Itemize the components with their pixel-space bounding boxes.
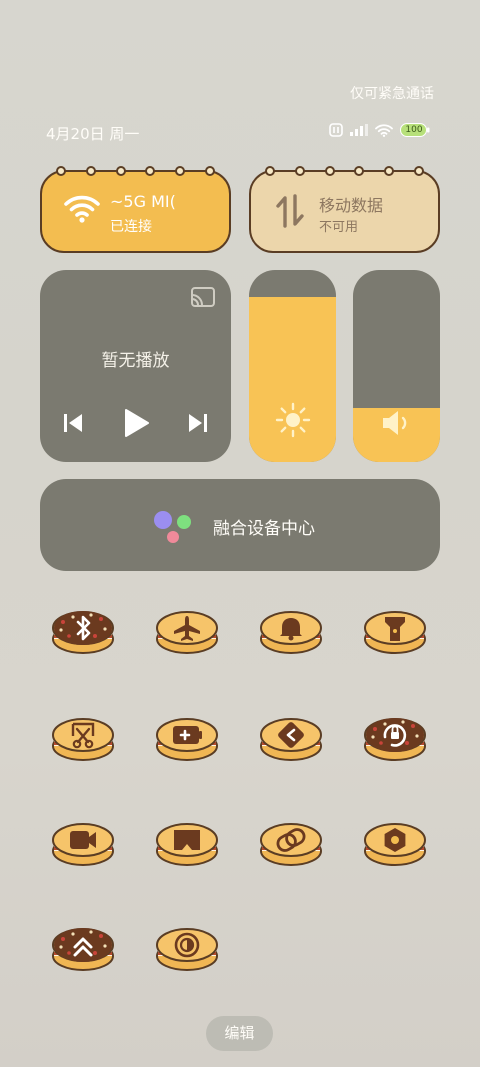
next-track-button[interactable] xyxy=(187,412,209,438)
toggle-screenshot[interactable] xyxy=(51,712,115,764)
no-media-text: 暂无播放 xyxy=(101,351,170,371)
screenshot-icon xyxy=(51,712,115,764)
bell-icon xyxy=(259,605,323,657)
toggle-hexagon[interactable] xyxy=(363,817,427,869)
brightness-slider[interactable] xyxy=(249,270,336,462)
toggle-vr[interactable] xyxy=(155,817,219,869)
link-icon xyxy=(259,817,323,869)
hexagon-icon xyxy=(363,817,427,869)
wifi-status-icon xyxy=(375,123,393,137)
toggle-airplane[interactable] xyxy=(155,605,219,657)
wifi-tile[interactable]: ~5G MI( 已连接 xyxy=(40,166,231,253)
signal-icon xyxy=(350,124,368,136)
data-transfer-icon xyxy=(275,194,305,232)
wifi-network-name: ~5G MI( xyxy=(110,192,176,211)
toggle-bluetooth[interactable] xyxy=(51,605,115,657)
mobile-data-state: 不可用 xyxy=(319,220,359,235)
mobile-data-title: 移动数据 xyxy=(319,196,384,215)
device-center-label: 融合设备中心 xyxy=(213,519,315,539)
toggle-contrast[interactable] xyxy=(155,922,219,974)
chevron-up-icon xyxy=(51,922,115,974)
location-icon xyxy=(259,712,323,764)
rotation-lock-icon xyxy=(363,712,427,764)
binder-rings xyxy=(265,166,424,176)
contrast-icon xyxy=(155,922,219,974)
bluetooth-icon xyxy=(51,605,115,657)
date-time: 4月20日 周一 xyxy=(46,125,140,143)
nfc-icon xyxy=(329,123,343,137)
airplane-icon xyxy=(155,605,219,657)
speaker-icon xyxy=(353,408,440,438)
toggle-bell[interactable] xyxy=(259,605,323,657)
device-center-icon xyxy=(152,509,196,545)
volume-slider[interactable] xyxy=(353,270,440,462)
cast-icon[interactable] xyxy=(189,286,217,314)
toggle-location[interactable] xyxy=(259,712,323,764)
toggle-battery-saver[interactable] xyxy=(155,712,219,764)
battery-saver-icon xyxy=(155,712,219,764)
binder-rings xyxy=(56,166,215,176)
mobile-data-tile[interactable]: 移动数据 不可用 xyxy=(249,166,440,253)
emergency-calls-only-text: 仅可紧急通话 xyxy=(350,86,434,102)
vr-icon xyxy=(155,817,219,869)
toggle-chevron-up[interactable] xyxy=(51,922,115,974)
edit-button[interactable]: 编辑 xyxy=(206,1016,273,1051)
toggle-flashlight[interactable] xyxy=(363,605,427,657)
flashlight-icon xyxy=(363,605,427,657)
previous-track-button[interactable] xyxy=(62,412,84,438)
media-player: 暂无播放 xyxy=(40,270,231,462)
play-button[interactable] xyxy=(122,408,150,442)
toggle-link[interactable] xyxy=(259,817,323,869)
battery-icon: 100 xyxy=(400,123,430,137)
screen-record-icon xyxy=(51,817,115,869)
toggle-screen-record[interactable] xyxy=(51,817,115,869)
status-icons: 100 xyxy=(329,123,430,137)
wifi-state: 已连接 xyxy=(110,219,152,235)
battery-level-text: 100 xyxy=(405,125,423,135)
device-center-tile[interactable]: 融合设备中心 xyxy=(40,479,440,571)
sun-icon xyxy=(249,402,336,438)
toggle-rotation-lock[interactable] xyxy=(363,712,427,764)
wifi-icon xyxy=(64,194,100,228)
